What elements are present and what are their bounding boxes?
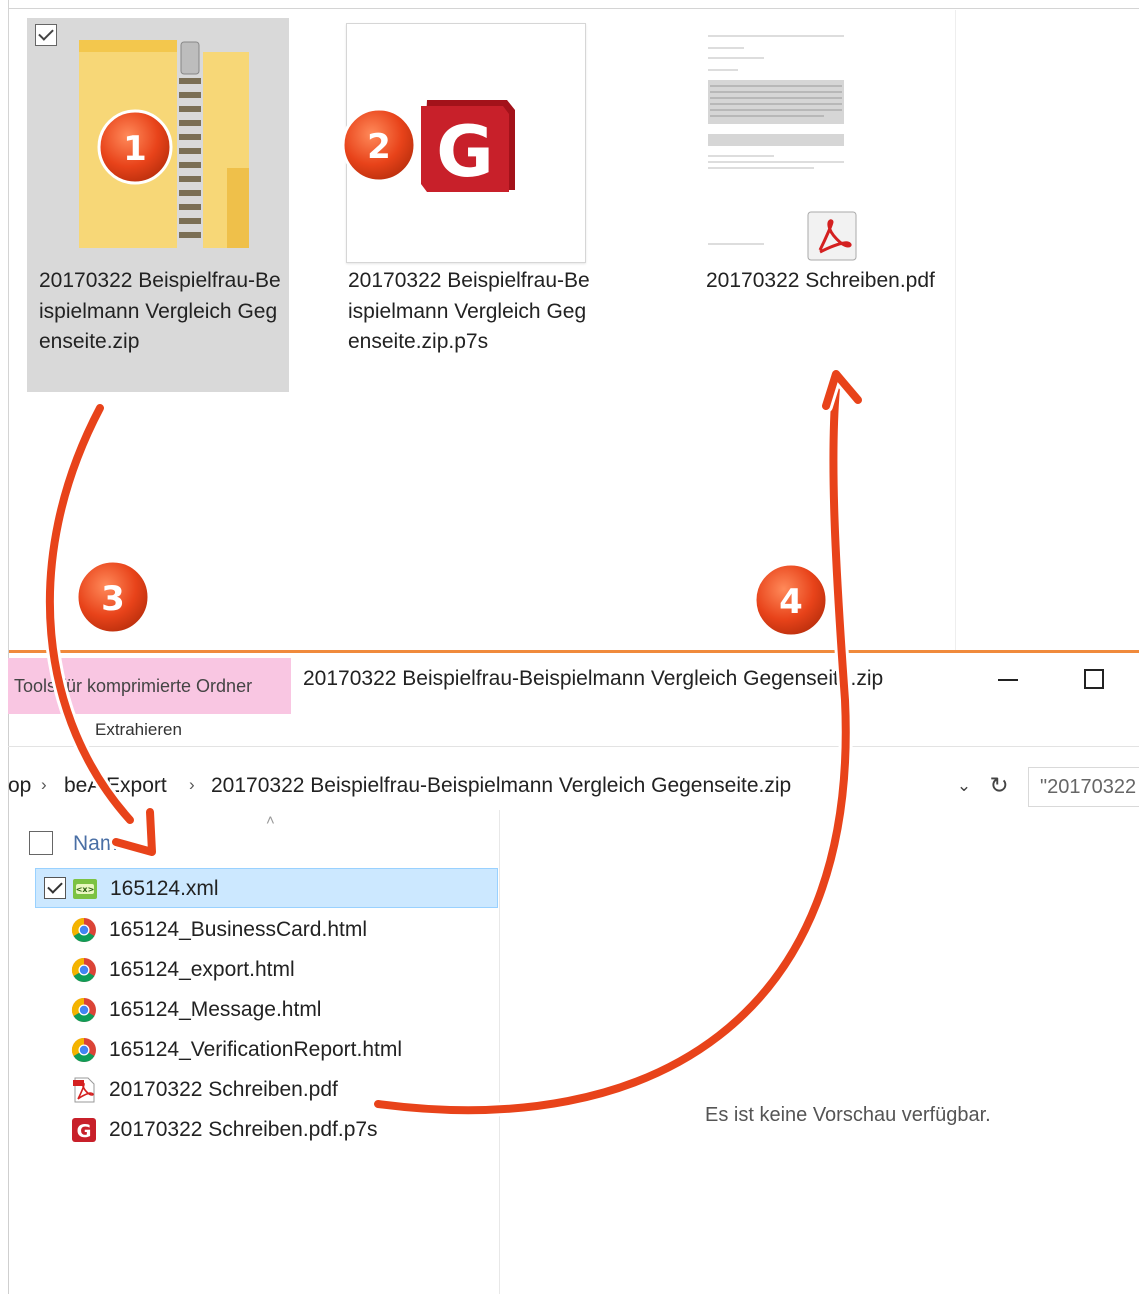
search-text: "20170322 (1040, 776, 1137, 798)
file-name: 165124_export.html (109, 958, 295, 981)
list-item[interactable]: 165124_VerificationReport.html (35, 1030, 498, 1070)
maximize-button[interactable] (1078, 664, 1110, 694)
list-item[interactable]: G 20170322 Schreiben.pdf.p7s (35, 1110, 498, 1150)
chrome-icon (71, 1038, 96, 1063)
address-bar[interactable]: op › beA Export › 20170322 Beispielfrau-… (8, 767, 1013, 807)
window-frame (8, 650, 1139, 653)
pane-divider (955, 10, 956, 650)
pane-border (8, 8, 1139, 9)
tab-compressed-folder-tools[interactable]: Tools für komprimierte Ordner (8, 658, 291, 714)
minimize-button[interactable] (993, 664, 1025, 694)
chrome-icon (71, 998, 96, 1023)
zip-explorer-window: Tools für komprimierte Ordner Extrahiere… (8, 650, 1139, 1294)
top-explorer-pane: 20170322 Beispielfrau-Beispielmann Vergl… (0, 0, 1139, 652)
file-tile-p7s[interactable]: G 20170322 Beispielfrau-Beispielmann Ver… (337, 18, 599, 392)
column-header-name[interactable]: Name (73, 832, 129, 856)
signature-g-icon: G (421, 100, 515, 193)
select-all-checkbox[interactable] (29, 831, 53, 855)
pdf-icon (73, 1077, 95, 1103)
file-name: 165124_VerificationReport.html (109, 1038, 403, 1061)
breadcrumb-item[interactable]: beA Export (64, 774, 167, 798)
list-item[interactable]: 165124_BusinessCard.html (35, 910, 498, 950)
breadcrumb-item[interactable]: 20170322 Beispielfrau-Beispielmann Vergl… (211, 774, 791, 798)
file-name: 165124.xml (110, 877, 219, 900)
ribbon-divider (8, 746, 1139, 747)
tab-label: Tools für komprimierte Ordner (14, 676, 253, 696)
xml-icon: <x> (73, 879, 97, 899)
row-checkbox[interactable] (44, 877, 66, 899)
file-name: 20170322 Schreiben.pdf (109, 1078, 338, 1101)
chrome-icon (71, 958, 96, 983)
chevron-down-icon[interactable]: ⌄ (952, 772, 976, 800)
preview-message: Es ist keine Vorschau verfügbar. (705, 1104, 991, 1126)
svg-text:G: G (77, 1121, 92, 1142)
file-name: 165124_Message.html (109, 998, 322, 1021)
tab-extract[interactable]: Extrahieren (95, 720, 182, 740)
list-item[interactable]: 165124_export.html (35, 950, 498, 990)
file-label: 20170322 Beispielfrau-Beispielmann Vergl… (348, 269, 590, 353)
svg-text:G: G (436, 111, 493, 193)
window-title: 20170322 Beispielfrau-Beispielmann Vergl… (303, 667, 884, 690)
search-input[interactable]: "20170322 (1028, 767, 1139, 807)
file-tile-zip[interactable]: 20170322 Beispielfrau-Beispielmann Vergl… (27, 18, 289, 392)
pane-divider (499, 810, 500, 1294)
file-thumbnail: G (346, 23, 586, 263)
pdf-icon (807, 211, 857, 261)
chevron-right-icon: › (189, 775, 195, 794)
sort-up-icon: ˄ (266, 812, 275, 829)
file-name: 165124_BusinessCard.html (109, 918, 367, 941)
file-label: 20170322 Beispielfrau-Beispielmann Vergl… (39, 269, 281, 353)
list-item[interactable]: <x> 165124.xml (35, 868, 498, 908)
file-tile-pdf[interactable]: 20170322 Schreiben.pdf (690, 18, 952, 392)
breadcrumb-item[interactable]: op (8, 774, 31, 798)
list-item[interactable]: 165124_Message.html (35, 990, 498, 1030)
refresh-icon[interactable]: ↻ (986, 770, 1012, 800)
file-name: 20170322 Schreiben.pdf.p7s (109, 1118, 378, 1141)
svg-text:<x>: <x> (76, 885, 95, 894)
file-list: Name ˄ <x> 165124.xml 165124_BusinessCar… (8, 810, 500, 1294)
zip-folder-icon (79, 36, 249, 248)
chrome-icon (71, 918, 96, 943)
file-label: 20170322 Schreiben.pdf (706, 269, 935, 292)
list-item[interactable]: 20170322 Schreiben.pdf (35, 1070, 498, 1110)
signature-g-icon: G (72, 1118, 96, 1142)
pane-border (8, 0, 9, 652)
chevron-right-icon: › (41, 775, 47, 794)
